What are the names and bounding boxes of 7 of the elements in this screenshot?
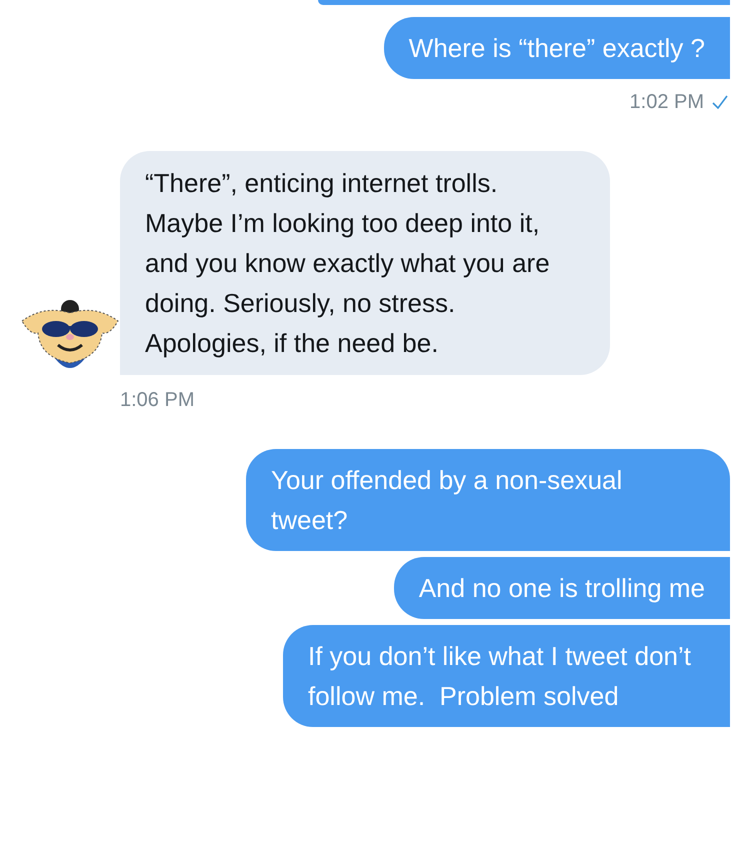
- message-bubble: If you don’t like what I tweet don’t follow me. Problem solved: [283, 625, 730, 727]
- timestamp: 1:06 PM: [120, 388, 194, 413]
- message-bubble: Where is “there” exactly ?: [384, 17, 730, 79]
- message-bubble: Your offended by a non-sexual tweet?: [246, 449, 730, 551]
- timestamp: 1:02 PM: [630, 90, 704, 115]
- message-bubble: “There”, enticing internet trolls. Maybe I’m looking too deep into it, and you know exactly what you are doing. Seriously, no stress. Apologies, if the need be.: [120, 151, 610, 375]
- message-bubble: And no one is trolling me: [394, 557, 730, 619]
